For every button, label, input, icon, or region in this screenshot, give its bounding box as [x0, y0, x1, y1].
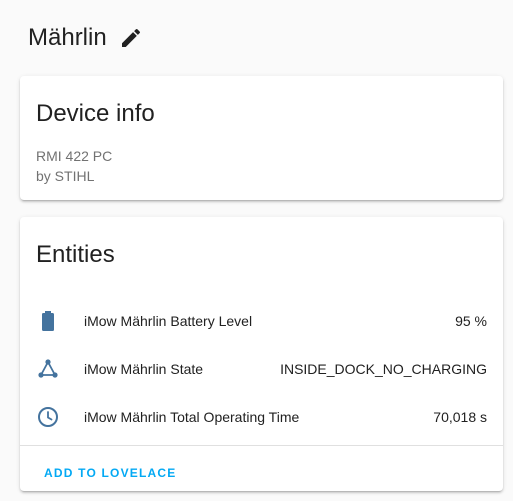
entity-state: 95 % [455, 313, 487, 329]
entity-row-state[interactable]: iMow Mährlin State INSIDE_DOCK_NO_CHARGI… [36, 349, 487, 389]
pencil-icon[interactable] [119, 26, 143, 50]
entity-name: iMow Mährlin State [84, 361, 204, 377]
entity-state: INSIDE_DOCK_NO_CHARGING [280, 361, 487, 377]
battery-icon [36, 309, 60, 333]
entity-name: iMow Mährlin Total Operating Time [84, 409, 300, 425]
graph-icon [36, 357, 60, 381]
entity-row-battery[interactable]: iMow Mährlin Battery Level 95 % [36, 301, 487, 341]
device-info-title: Device info [36, 100, 155, 127]
device-manufacturer: by STIHL [36, 168, 95, 184]
entities-title: Entities [36, 241, 115, 268]
card-divider [20, 445, 503, 446]
entity-name: iMow Mährlin Battery Level [84, 313, 253, 329]
page-title: Mährlin [28, 24, 107, 51]
clock-icon [36, 405, 60, 429]
entities-card: Entities iMow Mährlin Battery Level 95 %… [20, 217, 503, 491]
device-model: RMI 422 PC [36, 148, 113, 164]
device-info-card: Device info RMI 422 PC by STIHL [20, 76, 503, 200]
add-to-lovelace-button[interactable]: ADD TO LOVELACE [36, 455, 184, 491]
page-header: Mährlin [28, 22, 143, 54]
entity-row-operating-time[interactable]: iMow Mährlin Total Operating Time 70,018… [36, 397, 487, 437]
entity-state: 70,018 s [433, 409, 487, 425]
